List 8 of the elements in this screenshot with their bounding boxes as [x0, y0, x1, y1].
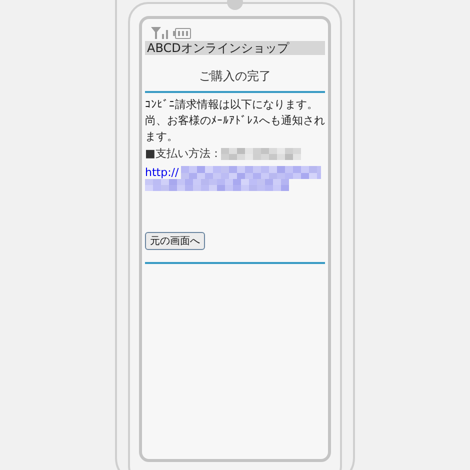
signal-icon	[151, 27, 169, 39]
payment-link[interactable]: http://	[145, 166, 179, 179]
battery-icon	[173, 28, 191, 38]
site-header: ABCDオンラインショップ	[145, 41, 325, 55]
message-text: ｺﾝﾋﾞﾆ請求情報は以下になります。尚、お客様のﾒｰﾙｱﾄﾞﾚｽへも通知されます。	[145, 97, 325, 145]
back-button[interactable]: 元の画面へ	[145, 232, 205, 250]
page-title: ご購入の完了	[145, 55, 325, 93]
payment-label: ■支払い方法：	[145, 146, 222, 162]
